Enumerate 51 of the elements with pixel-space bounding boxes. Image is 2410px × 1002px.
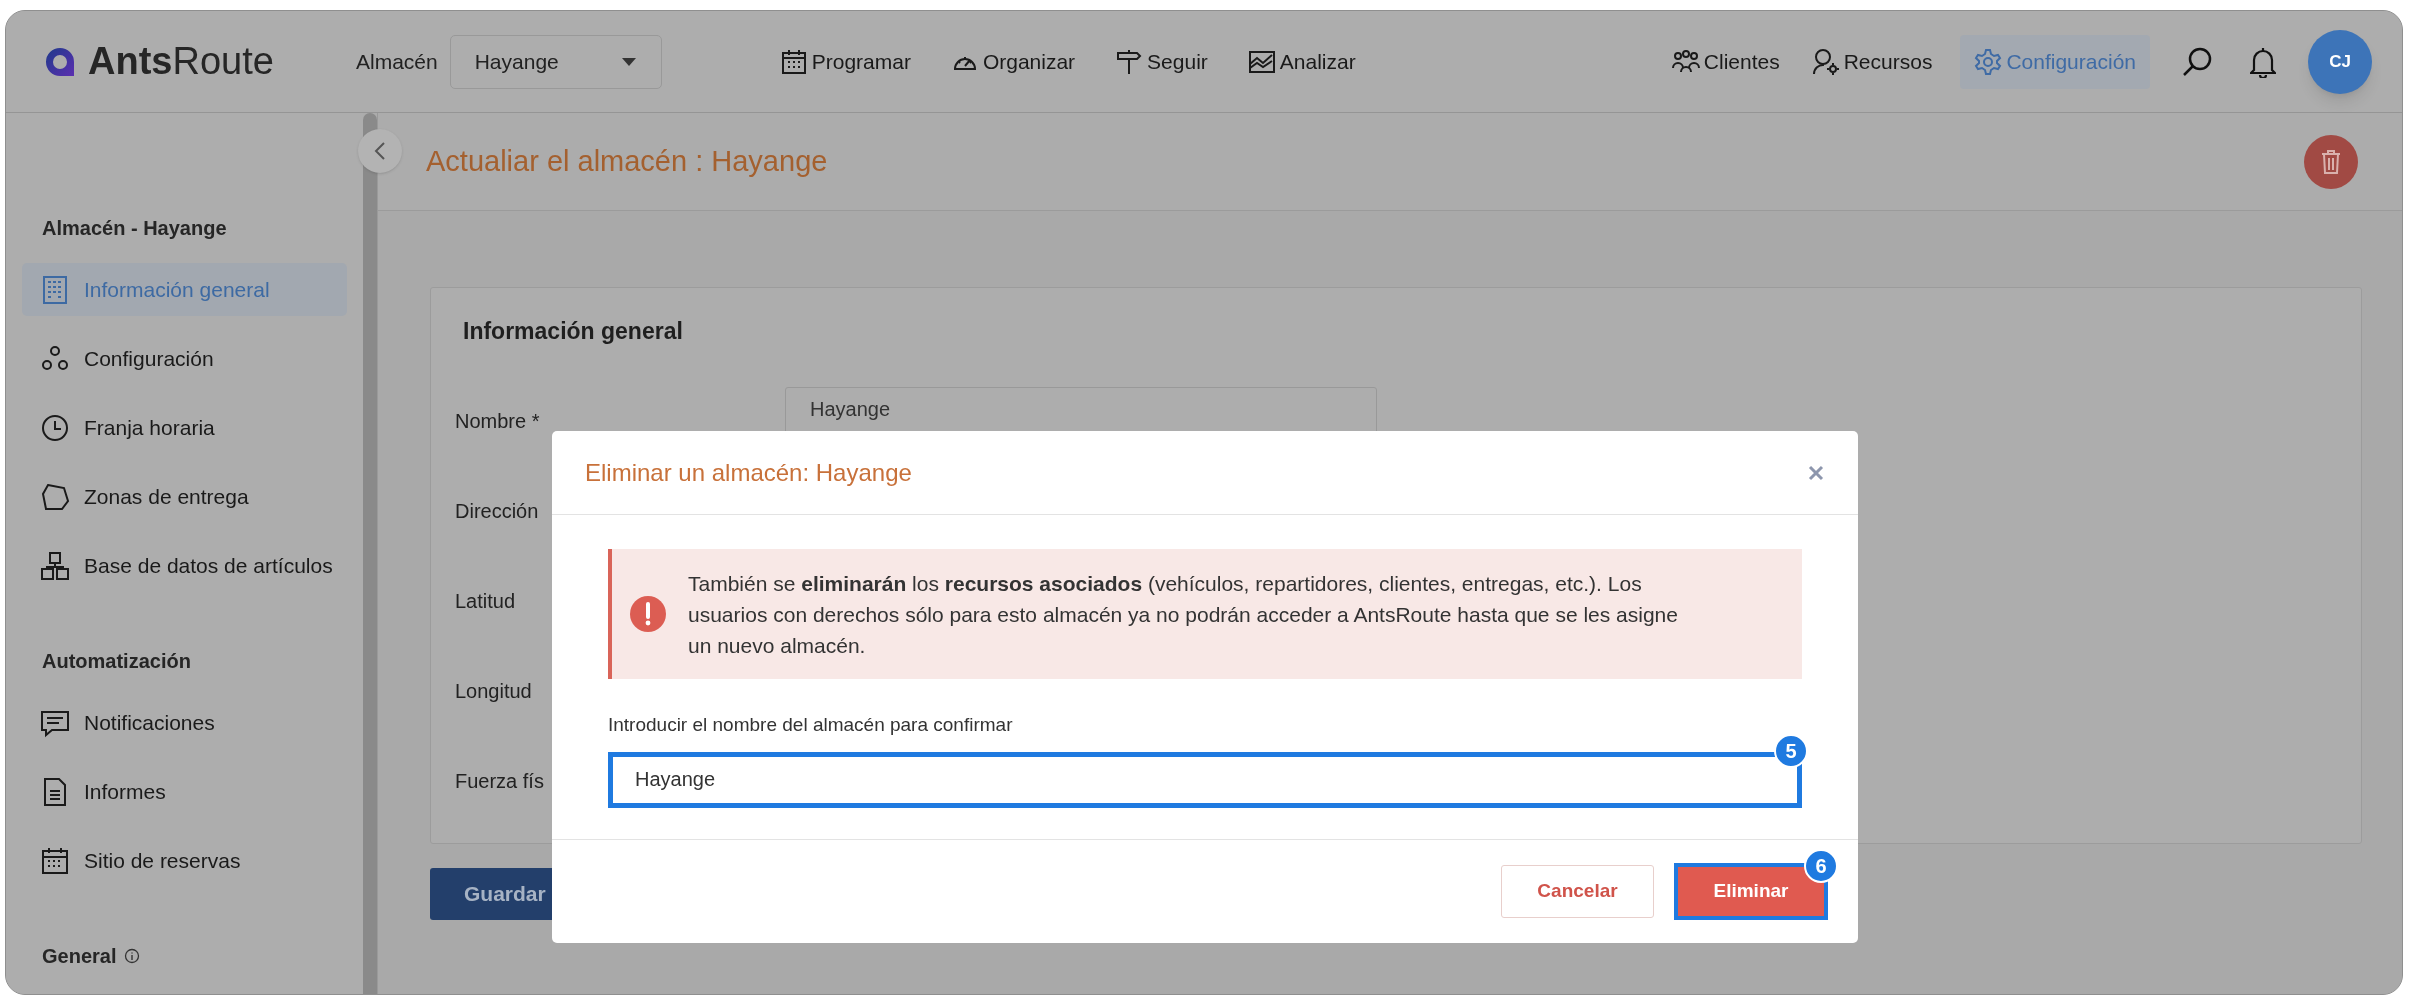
warehouse-label: Almacén [356, 48, 438, 75]
building-icon [40, 274, 70, 305]
sidebar-item[interactable]: Base de datos de artículos [22, 539, 347, 592]
section-heading: Almacén - Hayange [42, 216, 227, 241]
delete-button[interactable] [2304, 134, 2358, 189]
field-label: Dirección [455, 499, 539, 522]
nav-link[interactable]: Recursos [1807, 45, 1937, 78]
gear-icon [1974, 47, 2003, 76]
section-title: Información general [463, 317, 684, 346]
person-gear-icon [1811, 47, 1840, 76]
polygon-icon [40, 481, 70, 512]
calendar-icon [40, 845, 70, 876]
clock-icon [40, 412, 70, 443]
field-label: Fuerza fís [455, 769, 544, 792]
section-heading: Automatización [42, 649, 191, 674]
step-badge: 5 [1774, 733, 1808, 768]
calendar-icon [779, 47, 808, 76]
warning-text: También se eliminarán los recursos asociados (vehículos, repartidores, clientes, entregas, etc.). Los usuarios con derechos sólo para esto almacén ya no podrán acceder a AntsRoute hasta que se les asigne un nuevo almacén. [688, 570, 1679, 659]
step-badge: 6 [1804, 849, 1838, 883]
nav-link[interactable]: Clientes [1667, 45, 1784, 78]
confirm-label: Introducir el nombre del almacén para confirmar [608, 713, 1014, 737]
logo-text: AntsRoute [88, 39, 274, 84]
sidebar-item[interactable]: Configuración [22, 332, 347, 385]
caret-icon [620, 56, 637, 67]
field-label: Latitud [455, 589, 516, 612]
scrollbar[interactable] [363, 113, 377, 994]
page-title: Actualiar el almacén : Hayange [426, 143, 828, 179]
close-icon[interactable] [1808, 464, 1824, 481]
warehouse-select[interactable]: Hayange [449, 34, 662, 89]
dialog-title: Eliminar un almacén: Hayange [585, 457, 912, 488]
sidebar-item[interactable]: Franja horaria [22, 401, 347, 454]
section-heading: General [42, 944, 117, 969]
trash-icon [2320, 148, 2342, 175]
exclamation-icon [630, 596, 666, 632]
nav-link[interactable]: Organizar [950, 45, 1076, 78]
bell-icon[interactable] [2250, 45, 2276, 78]
field-label: Longitud [455, 679, 532, 702]
boxes-icon [40, 550, 70, 581]
sidebar-item[interactable]: Zonas de entrega [22, 470, 347, 523]
chevron-left-icon [374, 141, 386, 161]
sidebar-item[interactable]: Sitio de reservas [22, 834, 347, 887]
sidebar-item[interactable]: Notificaciones [22, 696, 347, 749]
user-avatar[interactable]: CJ [2308, 29, 2372, 94]
cancel-button[interactable]: Cancelar [1501, 865, 1654, 918]
signpost-icon [1115, 47, 1144, 76]
nav-link[interactable]: Programar [779, 45, 911, 78]
info-icon[interactable] [124, 948, 141, 964]
field-label: Nombre * [455, 409, 540, 432]
sidebar-item[interactable]: Informes [22, 765, 347, 818]
nav-link[interactable]: Seguir [1115, 45, 1208, 78]
nav-link[interactable]: Analizar [1247, 45, 1356, 78]
